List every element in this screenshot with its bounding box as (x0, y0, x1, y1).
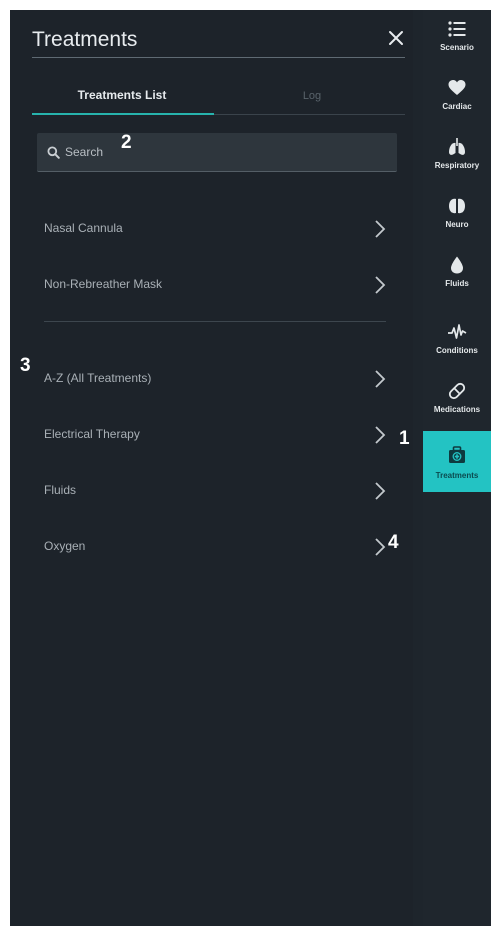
pill-icon (448, 382, 466, 400)
list-item-label: Nasal Cannula (44, 221, 123, 235)
list-item-a-z-all-treatments[interactable]: A-Z (All Treatments) (32, 363, 402, 395)
annotation-marker-3: 3 (20, 355, 31, 376)
rail-label: Fluids (445, 279, 469, 288)
rail-item-cardiac[interactable]: Cardiac (423, 73, 491, 129)
annotation-marker-1: 1 (399, 428, 410, 449)
list-item-label: Fluids (44, 483, 77, 497)
rail-label: Medications (433, 405, 481, 414)
tab-treatments-list[interactable]: Treatments List (32, 88, 212, 102)
list-divider (44, 321, 386, 322)
list-icon (448, 21, 466, 37)
nav-rail: Scenario Cardiac Respiratory Neuro Fluid… (423, 10, 491, 926)
rail-label: Scenario (440, 43, 474, 52)
list-item-nasal-cannula[interactable]: Nasal Cannula (32, 213, 402, 245)
rail-item-neuro[interactable]: Neuro (423, 191, 491, 247)
chevron-right-icon (375, 276, 386, 294)
rail-label: Treatments (435, 471, 479, 480)
rail-item-fluids[interactable]: Fluids (423, 250, 491, 306)
tab-log[interactable]: Log (222, 90, 402, 102)
active-tab-indicator (32, 113, 214, 115)
treatments-panel: Treatments Treatments List Log Nasal Can… (10, 10, 413, 926)
list-item-label: Electrical Therapy (44, 427, 140, 441)
rail-item-conditions[interactable]: Conditions (423, 317, 491, 373)
rail-item-treatments[interactable]: Treatments (423, 431, 491, 492)
list-item-non-rebreather-mask[interactable]: Non-Rebreather Mask (32, 269, 402, 301)
list-item-label: A-Z (All Treatments) (44, 371, 152, 385)
annotation-marker-2: 2 (121, 132, 132, 153)
chevron-right-icon (375, 482, 386, 500)
brain-icon (449, 198, 465, 214)
rail-label: Cardiac (442, 102, 472, 111)
chevron-right-icon (375, 370, 386, 388)
rail-label: Neuro (445, 220, 469, 229)
rail-item-medications[interactable]: Medications (423, 376, 491, 432)
heart-icon (448, 80, 466, 95)
list-item-fluids[interactable]: Fluids (32, 475, 402, 507)
list-item-label: Oxygen (44, 539, 86, 553)
medkit-icon (449, 446, 465, 463)
droplet-icon (451, 256, 463, 274)
search-input[interactable] (65, 133, 385, 171)
app-window: Treatments Treatments List Log Nasal Can… (10, 10, 491, 926)
chevron-right-icon (375, 220, 386, 238)
title-divider (32, 57, 405, 58)
close-icon (389, 31, 403, 45)
list-item-label: Non-Rebreather Mask (44, 277, 163, 291)
chevron-right-icon (375, 538, 386, 556)
annotation-marker-4: 4 (388, 532, 399, 553)
pulse-icon (448, 324, 467, 339)
search-box[interactable] (37, 133, 397, 172)
list-item-electrical-therapy[interactable]: Electrical Therapy (32, 419, 402, 451)
close-button[interactable] (385, 27, 407, 49)
rail-item-scenario[interactable]: Scenario (423, 14, 491, 70)
lungs-icon (449, 138, 465, 155)
panel-title: Treatments (32, 28, 138, 51)
rail-item-respiratory[interactable]: Respiratory (423, 132, 491, 188)
rail-label: Conditions (436, 346, 478, 355)
chevron-right-icon (375, 426, 386, 444)
rail-label: Respiratory (434, 161, 480, 170)
list-item-oxygen[interactable]: Oxygen (32, 531, 402, 563)
search-icon (47, 146, 60, 159)
